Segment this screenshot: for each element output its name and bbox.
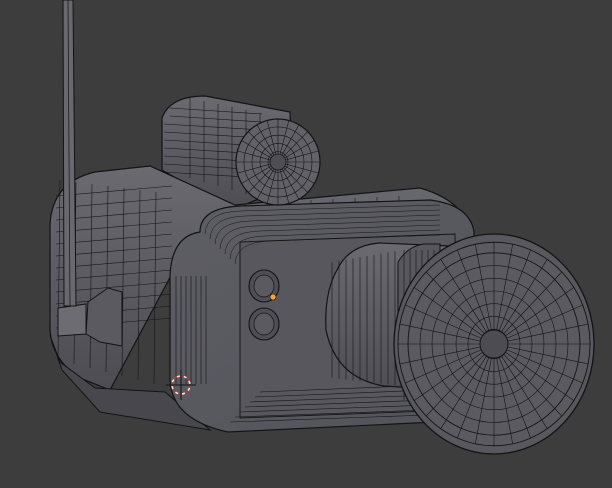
camera-model-wireframe[interactable] <box>0 0 612 488</box>
selected-vertex-icon[interactable] <box>269 293 277 301</box>
top-cylinder-end <box>235 118 321 206</box>
lower-knob[interactable] <box>248 307 280 341</box>
lens-dish <box>393 233 595 455</box>
antenna <box>62 0 77 307</box>
3d-viewport[interactable] <box>0 0 612 488</box>
